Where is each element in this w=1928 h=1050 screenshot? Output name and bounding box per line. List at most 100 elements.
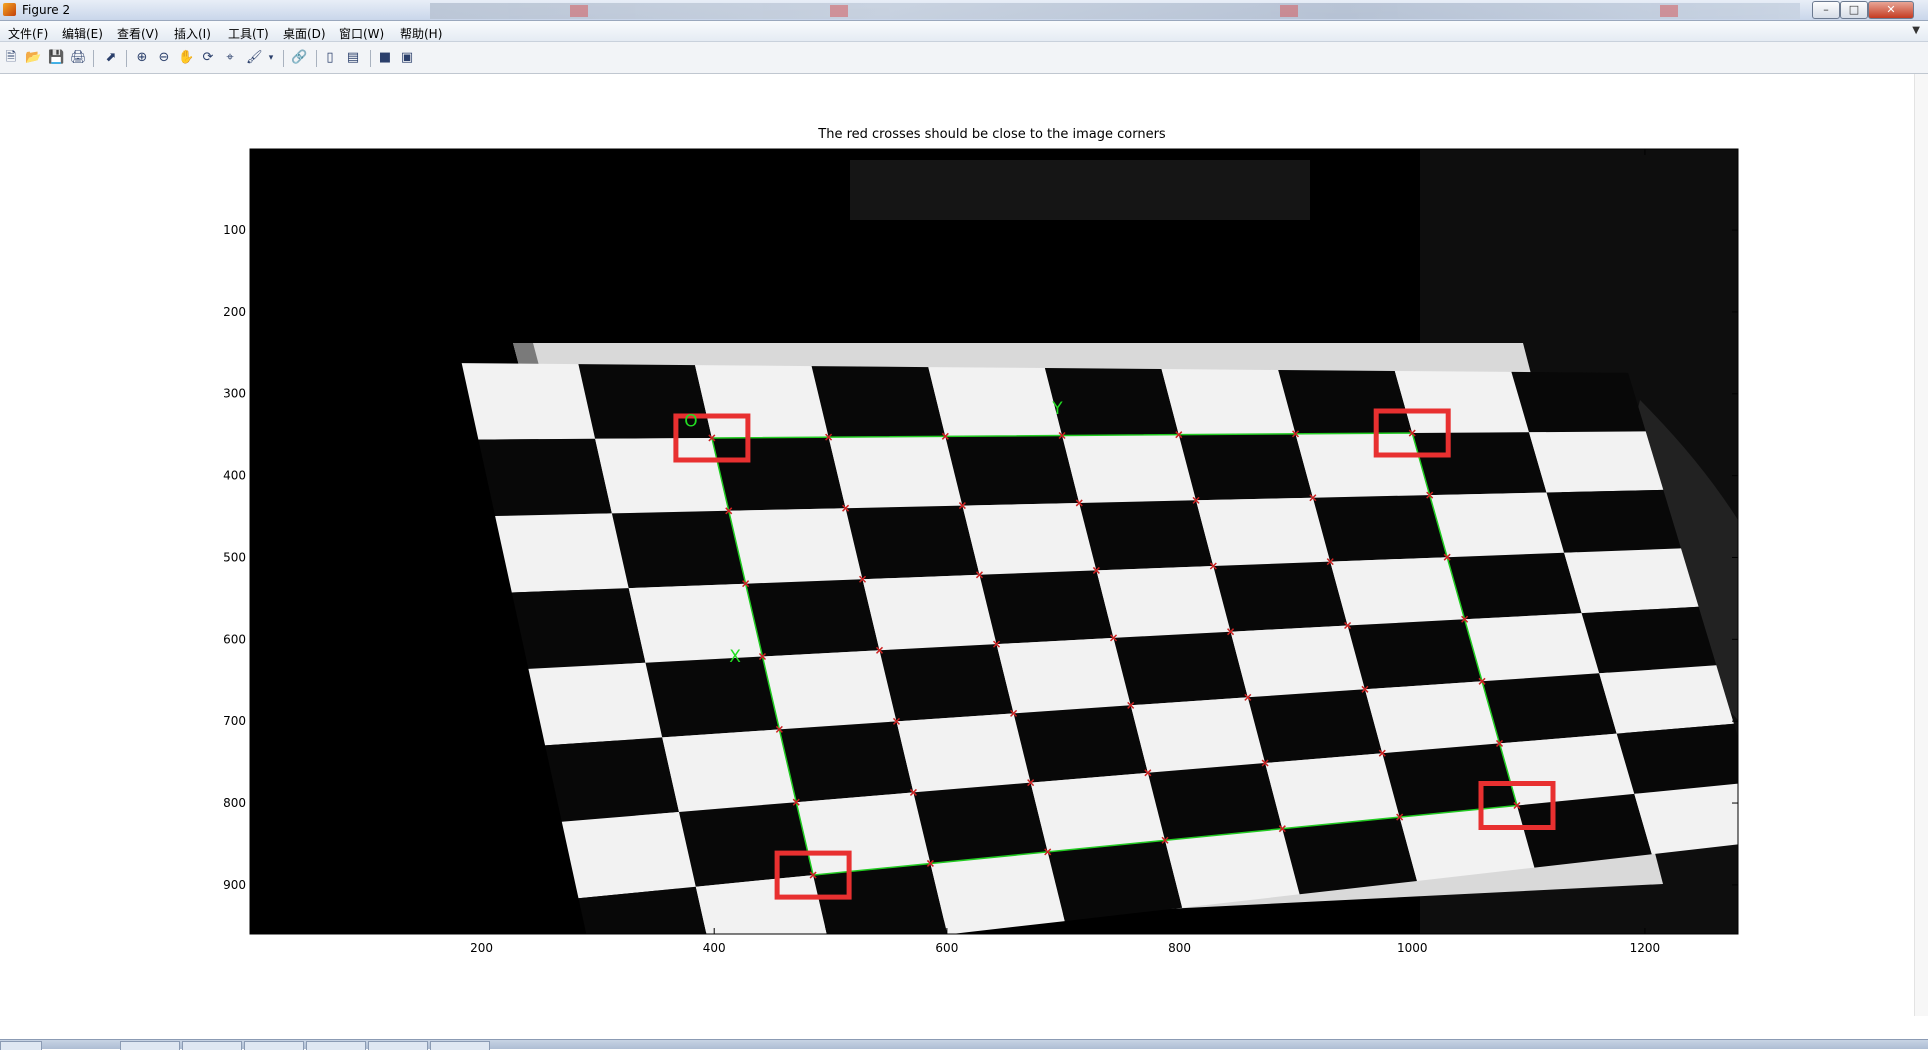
close-button[interactable]: ✕ [1868, 1, 1914, 19]
new-figure-icon[interactable]: 🗎 [3, 50, 19, 66]
checker-square [1394, 371, 1529, 433]
taskbar-item[interactable] [120, 1041, 180, 1050]
menu-help[interactable]: 帮助(H) [400, 25, 442, 42]
checker-square [1447, 552, 1582, 620]
checker-square [1564, 548, 1699, 614]
chevron-down-icon[interactable]: ▼ [1912, 25, 1920, 36]
insert-colorbar-icon[interactable]: ▯ [322, 50, 338, 66]
checker-square [1499, 733, 1635, 806]
checker-square [828, 436, 963, 509]
y-tick-label: 700 [223, 714, 246, 728]
y-tick-label: 500 [223, 550, 246, 564]
checker-square [1196, 497, 1331, 566]
checker-square [796, 792, 931, 876]
checker-square [1482, 673, 1617, 744]
taskbar-item[interactable] [244, 1041, 304, 1050]
plot-title: The red crosses should be close to the i… [817, 127, 1166, 142]
menu-edit[interactable]: 编辑(E) [62, 25, 103, 42]
checker-square [1312, 495, 1448, 562]
checker-square [1634, 783, 1738, 855]
brush-dropdown-icon[interactable]: ▾ [266, 50, 276, 66]
checker-square [813, 863, 948, 934]
figure-canvas: The red crosses should be close to the i… [223, 127, 1769, 975]
checker-square [1079, 500, 1214, 571]
checker-square [1429, 492, 1565, 558]
checker-square [1161, 369, 1296, 435]
menu-tools[interactable]: 工具(T) [228, 25, 269, 42]
y-tick-label: 800 [223, 796, 246, 810]
checker-square [1165, 828, 1300, 908]
checker-square [1282, 817, 1417, 895]
title-bar: Figure 2 – □ ✕ [0, 0, 1928, 21]
brush-icon[interactable]: 🖌 [246, 50, 263, 66]
y-tick-label: 400 [223, 469, 246, 483]
taskbar-item[interactable] [368, 1041, 428, 1050]
figure-toolbar: 🗎 📂 💾 🖨 ⬈ ⊕ ⊖ ✋ ⟳ ⌖ 🖌 ▾ 🔗 ▯ ▤ ■ ▣ [0, 42, 1928, 74]
data-cursor-icon[interactable]: ⌖ [222, 50, 238, 66]
checker-square [1412, 432, 1547, 496]
checker-square [578, 886, 707, 934]
x-tick-label: 1000 [1397, 941, 1428, 955]
x-tick-label: 1200 [1630, 941, 1661, 955]
maximize-button[interactable]: □ [1840, 1, 1868, 19]
checker-square [695, 365, 829, 438]
start-button[interactable] [0, 1041, 42, 1050]
menu-view[interactable]: 查看(V) [117, 25, 159, 42]
checker-square [1013, 705, 1148, 783]
checker-square [461, 363, 596, 440]
checker-square [1382, 743, 1517, 818]
toolbar-separator [283, 50, 284, 67]
axis-label-y: Y [1051, 399, 1063, 419]
checker-square [1399, 805, 1535, 881]
checker-square [862, 574, 997, 651]
menu-insert[interactable]: 插入(I) [174, 25, 211, 42]
checker-square [595, 438, 729, 514]
axes[interactable]: O Y X 200 400 600 800 1000 1200 100 200 300 400 500… [223, 148, 1769, 975]
checker-square [1599, 665, 1734, 734]
open-file-icon[interactable]: 📂 [25, 50, 41, 66]
checker-square [628, 583, 763, 663]
checker-square [1030, 772, 1165, 852]
hide-plot-tools-icon[interactable]: ■ [377, 50, 393, 66]
y-tick-label: 200 [223, 305, 246, 319]
y-tick-label: 900 [223, 878, 246, 892]
x-tick-label: 400 [703, 941, 726, 955]
link-plot-icon[interactable]: 🔗 [291, 50, 307, 66]
taskbar-item[interactable] [430, 1041, 490, 1050]
checker-square [711, 437, 846, 511]
show-plot-tools-icon[interactable]: ▣ [399, 50, 415, 66]
insert-legend-icon[interactable]: ▤ [345, 50, 361, 66]
save-icon[interactable]: 💾 [48, 50, 64, 66]
checker-square [645, 656, 780, 738]
checker-square [879, 644, 1014, 722]
checker-square [478, 438, 612, 516]
checker-square [611, 510, 746, 589]
checker-square [1364, 681, 1500, 754]
checker-square [1047, 840, 1183, 922]
checker-square [745, 579, 880, 657]
checker-square [1330, 557, 1465, 626]
minimize-button[interactable]: – [1812, 1, 1840, 19]
checker-square [728, 508, 863, 584]
zoom-in-icon[interactable]: ⊕ [134, 50, 150, 66]
pan-hand-icon[interactable]: ✋ [178, 50, 194, 66]
edit-plot-arrow-icon[interactable]: ⬈ [103, 50, 119, 66]
menu-file[interactable]: 文件(F) [8, 25, 48, 42]
checker-square [495, 513, 629, 593]
checker-square [1347, 619, 1483, 690]
menu-bar: 文件(F) 编辑(E) 查看(V) 插入(I) 工具(T) 桌面(D) 窗口(W… [0, 21, 1928, 42]
checker-square [1581, 606, 1717, 674]
checker-square [511, 588, 646, 669]
y-tick-label: 300 [223, 387, 246, 401]
checkerboard-image: O Y X [250, 149, 1738, 934]
checker-square [1616, 723, 1738, 794]
rotate-3d-icon[interactable]: ⟳ [200, 50, 216, 66]
zoom-out-icon[interactable]: ⊖ [156, 50, 172, 66]
checker-square [1247, 689, 1383, 763]
checker-square [896, 713, 1031, 793]
print-icon[interactable]: 🖨 [70, 50, 87, 66]
menu-window[interactable]: 窗口(W) [339, 25, 384, 42]
menu-desktop[interactable]: 桌面(D) [283, 25, 326, 42]
taskbar-item[interactable] [182, 1041, 242, 1050]
taskbar-item[interactable] [306, 1041, 366, 1050]
